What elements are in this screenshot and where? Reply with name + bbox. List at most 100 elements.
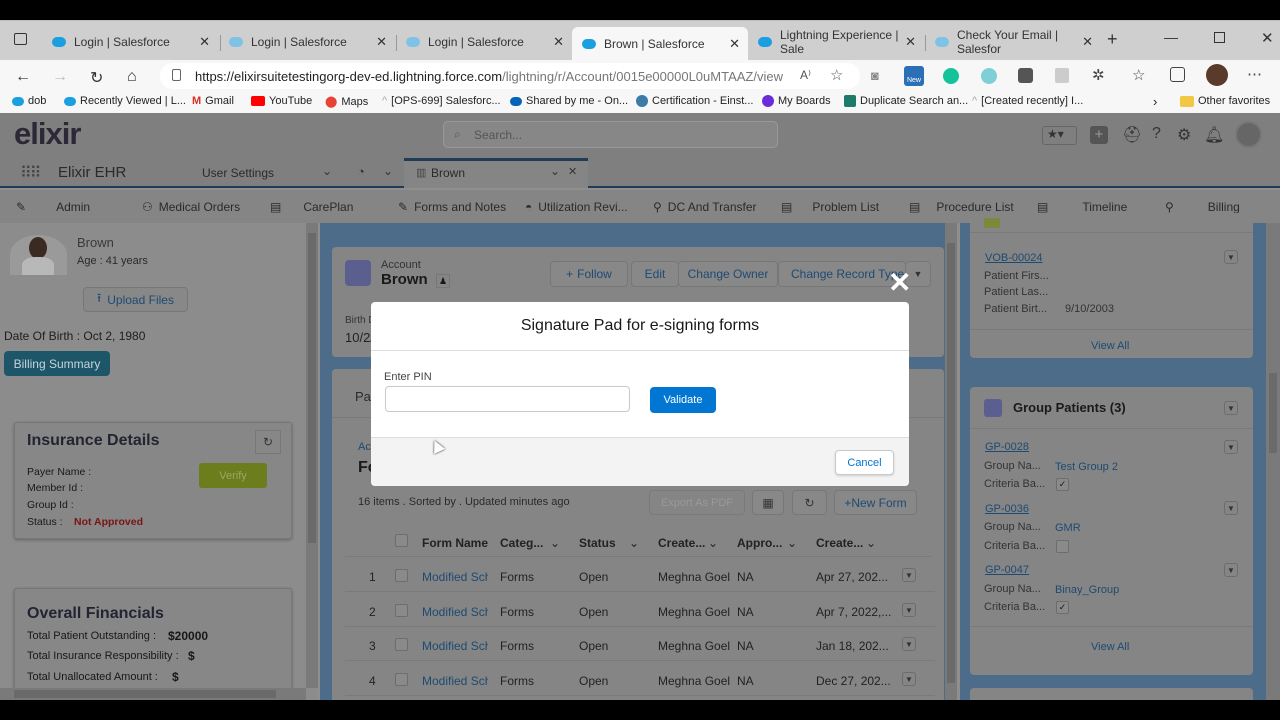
grammarly-icon[interactable]	[943, 68, 959, 84]
hierarchy-icon[interactable]: ♟	[436, 274, 450, 288]
browser-tab[interactable]: Check Your Email | Salesfor ✕	[925, 27, 1101, 57]
upload-files-button[interactable]: ⭱ Upload Files	[83, 287, 188, 312]
bookmark[interactable]: Certification - Einst...	[636, 95, 753, 107]
bookmark[interactable]: M Gmail	[192, 95, 234, 107]
subnav-procedure-list[interactable]: ▤ Procedure List	[909, 200, 1014, 214]
refresh-icon[interactable]: ↻	[255, 430, 281, 454]
close-tab-icon[interactable]: ✕	[729, 36, 740, 52]
global-search[interactable]: ⌕ Search...	[443, 121, 778, 148]
subnav-forms-and-notes[interactable]: ✎ Forms and Notes	[398, 200, 506, 214]
group-link[interactable]: GP-0047	[985, 564, 1029, 576]
subnav-admin[interactable]: ✎ Admin	[16, 200, 90, 214]
bookmark[interactable]: Duplicate Search an...	[844, 95, 968, 107]
extension-icon[interactable]	[1055, 68, 1069, 83]
close-tab-icon[interactable]: ✕	[1082, 34, 1093, 50]
cancel-button[interactable]: Cancel	[835, 450, 894, 475]
bookmark[interactable]: Shared by me - On...	[510, 95, 628, 107]
bookmark[interactable]: ⬤ Maps	[325, 95, 368, 109]
more-icon[interactable]: ⋯	[1247, 65, 1262, 83]
chevron-down-icon[interactable]: ⌄	[550, 536, 560, 550]
column-header-status[interactable]: Status	[579, 536, 616, 550]
edit-button[interactable]: Edit	[631, 261, 679, 287]
bookmark[interactable]: Recently Viewed | L...	[64, 95, 186, 107]
row-checkbox[interactable]	[395, 638, 408, 651]
group-patients-actions-icon[interactable]: ▼	[1224, 401, 1238, 415]
tab-actions-icon[interactable]	[14, 33, 27, 45]
horizontal-scrollbar[interactable]	[0, 688, 306, 700]
user-avatar[interactable]	[1235, 121, 1262, 148]
extension-new-icon[interactable]: New	[904, 66, 924, 86]
change-owner-button[interactable]: Change Owner	[678, 261, 778, 287]
row-actions-icon[interactable]: ▼	[902, 637, 916, 651]
row-checkbox[interactable]	[395, 569, 408, 582]
extension-icon[interactable]	[1018, 68, 1033, 83]
subnav-careplan[interactable]: ▤ CarePlan	[270, 200, 353, 214]
new-form-button[interactable]: +New Form	[834, 490, 917, 515]
nav-item-user-settings[interactable]: User Settings	[202, 166, 274, 180]
bookmark[interactable]: My Boards	[762, 95, 831, 107]
column-header-form-name[interactable]: Form Name	[422, 536, 488, 550]
close-modal-icon[interactable]: ✕	[888, 269, 911, 297]
gear-icon[interactable]: ⚙	[1177, 125, 1191, 145]
chevron-down-icon[interactable]: ⌄	[550, 164, 560, 178]
row-checkbox[interactable]	[395, 673, 408, 686]
chevron-down-icon[interactable]: ⌄	[322, 164, 332, 178]
vob-link[interactable]: VOB-00024	[985, 252, 1042, 264]
form-name-link[interactable]: Modified Sch	[422, 674, 488, 688]
help-icon[interactable]: ?	[1152, 125, 1161, 143]
favorites-star-icon[interactable]: ★▾	[1042, 126, 1077, 145]
chevron-right-icon[interactable]: ›	[1153, 94, 1157, 109]
maximize-icon[interactable]	[1214, 32, 1225, 43]
bookmark[interactable]: YouTube	[251, 95, 312, 107]
column-header-category[interactable]: Categ...	[500, 536, 543, 550]
record-tab-brown[interactable]: ▥ Brown ⌄ ✕	[404, 158, 588, 188]
column-header-created-date[interactable]: Create...	[816, 536, 863, 550]
browser-tab[interactable]: Login | Salesforce ✕	[42, 27, 218, 57]
extensions-puzzle-icon[interactable]: ✲	[1092, 66, 1105, 84]
refresh-icon[interactable]: ↻	[792, 490, 827, 515]
favorites-icon[interactable]: ☆	[1132, 66, 1145, 84]
browser-tab-active[interactable]: Brown | Salesforce ✕	[572, 27, 748, 61]
column-header-created-by[interactable]: Create...	[658, 536, 705, 550]
chevron-down-icon[interactable]: ⌄	[866, 536, 876, 550]
collections-icon[interactable]	[1170, 67, 1185, 82]
subnav-timeline[interactable]: ▤ Timeline	[1037, 200, 1127, 214]
trailhead-icon[interactable]: ⛑	[1122, 125, 1142, 145]
group-actions-icon[interactable]: ▼	[1224, 440, 1238, 454]
chevron-down-icon[interactable]: ⌄	[383, 164, 393, 178]
close-window-icon[interactable]: ✕	[1261, 29, 1274, 47]
table-view-icon[interactable]: ▦	[752, 490, 784, 515]
billing-summary-button[interactable]: Billing Summary	[4, 351, 110, 376]
browser-tab[interactable]: Login | Salesforce ✕	[396, 27, 572, 57]
bookmark[interactable]: ^ [Created recently] I...	[972, 95, 1083, 107]
pin-input[interactable]	[385, 386, 630, 412]
chevron-down-icon[interactable]: ⌄	[787, 536, 797, 550]
close-tab-icon[interactable]: ✕	[568, 165, 577, 178]
minimize-icon[interactable]: —	[1164, 29, 1178, 45]
browser-tab[interactable]: Login | Salesforce ✕	[219, 27, 395, 57]
chevron-down-icon[interactable]: ⌄	[629, 536, 639, 550]
close-tab-icon[interactable]: ✕	[553, 34, 564, 50]
add-favorite-icon[interactable]: ☆	[830, 66, 843, 84]
read-aloud-icon[interactable]: A⁾	[800, 68, 811, 82]
group-actions-icon[interactable]: ▼	[1224, 563, 1238, 577]
column-header-approval[interactable]: Appro...	[737, 536, 782, 550]
row-actions-icon[interactable]: ▼	[902, 568, 916, 582]
subnav-dc-and-transfer[interactable]: ⚲ DC And Transfer	[653, 200, 757, 214]
close-tab-icon[interactable]: ✕	[376, 34, 387, 50]
vob-actions-icon[interactable]: ▼	[1224, 250, 1238, 264]
form-name-link[interactable]: Modified Sch	[422, 570, 488, 584]
back-icon[interactable]: ←	[15, 68, 31, 86]
validate-button[interactable]: Validate	[650, 387, 716, 413]
bookmark[interactable]: dob	[12, 95, 46, 107]
row-checkbox[interactable]	[395, 604, 408, 617]
global-add-icon[interactable]: +	[1090, 126, 1108, 144]
form-name-link[interactable]: Modified Sch	[422, 639, 488, 653]
home-icon[interactable]: ⌂	[127, 68, 137, 86]
camera-icon[interactable]: ◙	[871, 68, 879, 83]
vertical-scrollbar[interactable]	[306, 223, 318, 688]
close-tab-icon[interactable]: ✕	[199, 34, 210, 50]
browser-tab[interactable]: Lightning Experience | Sale ✕	[748, 27, 924, 57]
subnav-problem-list[interactable]: ▤ Problem List	[781, 200, 879, 214]
dashboard-icon[interactable]: ◔	[357, 164, 365, 179]
